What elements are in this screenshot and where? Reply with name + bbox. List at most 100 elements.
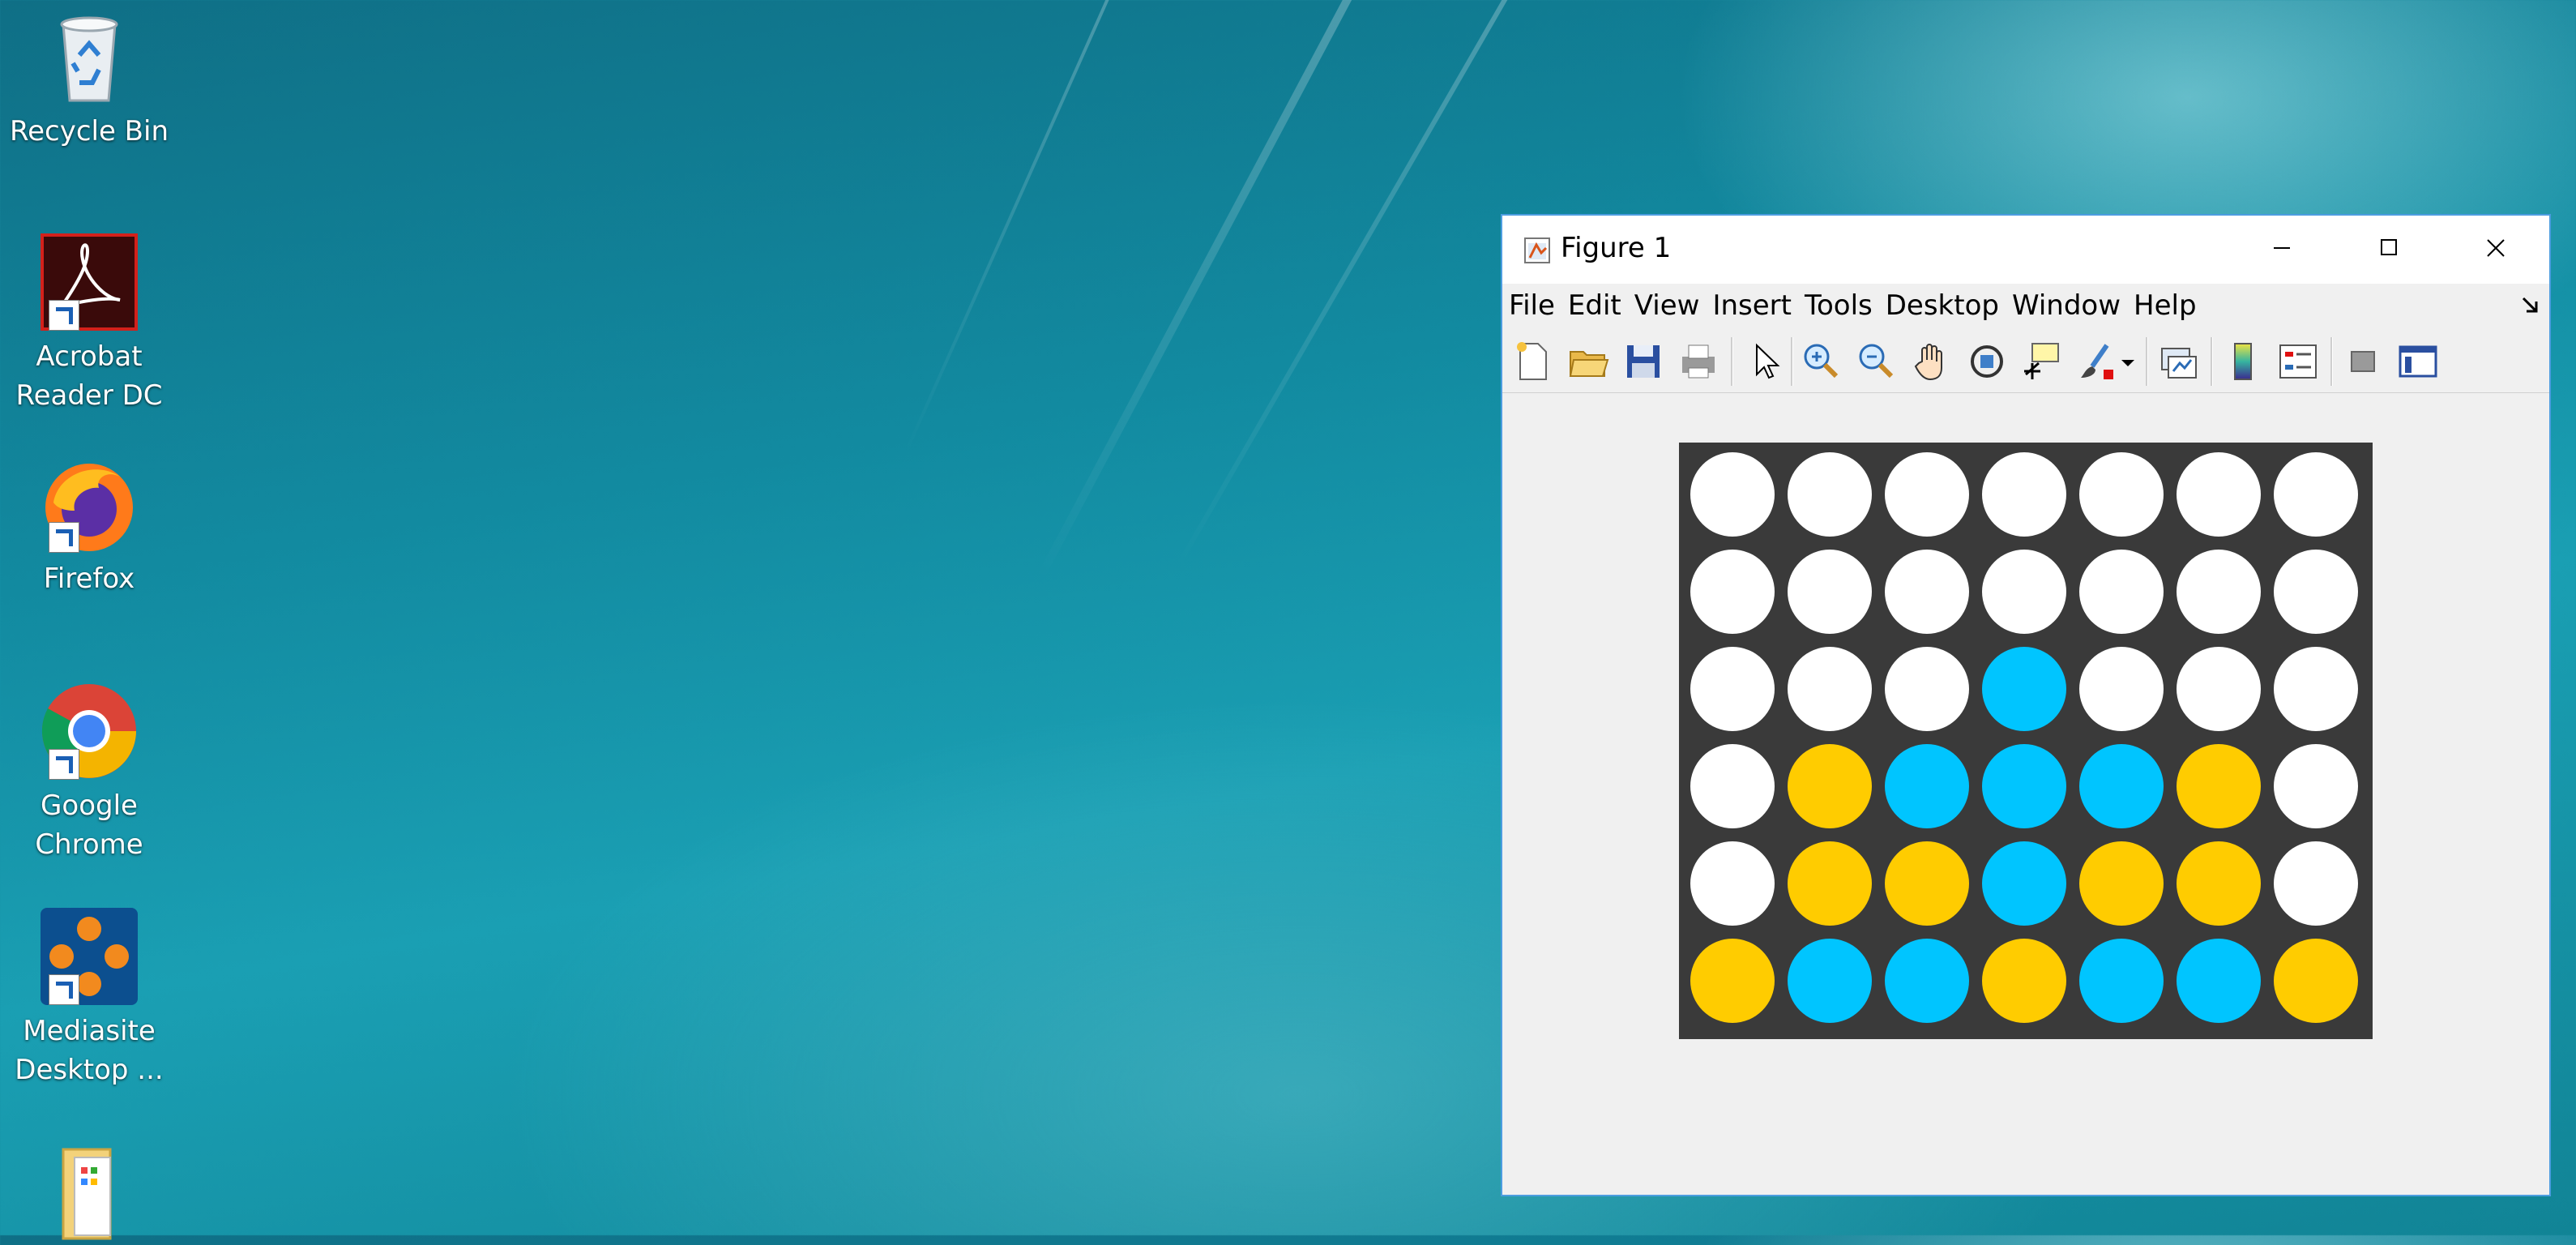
menu-edit[interactable]: Edit — [1561, 284, 1628, 324]
empty-slot[interactable] — [1885, 550, 1969, 634]
toolbar-separator — [2211, 337, 2213, 386]
empty-slot[interactable] — [2274, 550, 2358, 634]
wallpaper-light-ray — [1036, 0, 1386, 582]
colorbar-icon[interactable] — [2220, 339, 2266, 384]
brush-icon[interactable] — [2074, 339, 2120, 384]
blue-disc[interactable] — [1982, 647, 2066, 731]
toolbar-separator — [1731, 337, 1733, 386]
close-button[interactable] — [2442, 216, 2549, 284]
empty-slot[interactable] — [1885, 452, 1969, 537]
empty-slot[interactable] — [2274, 744, 2358, 828]
toolbar-separator — [2330, 337, 2333, 386]
yellow-disc[interactable] — [1788, 744, 1872, 828]
blue-disc[interactable] — [1982, 744, 2066, 828]
data-cursor-icon[interactable] — [2019, 339, 2065, 384]
yellow-disc[interactable] — [1885, 841, 1969, 926]
empty-slot[interactable] — [1690, 452, 1775, 537]
desktop-icon-acrobat-reader[interactable]: Acrobat Reader DC — [8, 232, 170, 415]
figure-toolbar — [1502, 329, 2549, 393]
empty-slot[interactable] — [2177, 550, 2261, 634]
menu-file[interactable]: File — [1502, 284, 1561, 324]
empty-slot[interactable] — [1788, 550, 1872, 634]
empty-slot[interactable] — [1788, 452, 1872, 537]
desktop-icon-label: Firefox — [43, 563, 135, 595]
blue-disc[interactable] — [2079, 744, 2164, 828]
menu-view[interactable]: View — [1628, 284, 1707, 324]
print-icon[interactable] — [1676, 339, 1721, 384]
empty-slot[interactable] — [1690, 744, 1775, 828]
desktop-icon-firefox[interactable]: Firefox — [8, 454, 170, 598]
open-file-icon[interactable] — [1566, 339, 1611, 384]
connect-four-board[interactable] — [1679, 443, 2373, 1039]
recycle-bin-icon — [39, 6, 139, 107]
empty-slot[interactable] — [1885, 647, 1969, 731]
empty-slot[interactable] — [2079, 452, 2164, 537]
yellow-disc[interactable] — [2079, 841, 2164, 926]
yellow-disc[interactable] — [2274, 939, 2358, 1023]
blue-disc[interactable] — [1885, 744, 1969, 828]
brush-dropdown-icon[interactable] — [2117, 339, 2139, 384]
zoom-in-icon[interactable] — [1799, 339, 1844, 384]
blue-disc[interactable] — [1982, 841, 2066, 926]
desktop-icon-google-chrome[interactable]: Google Chrome — [8, 681, 170, 864]
empty-slot[interactable] — [2274, 452, 2358, 537]
title-bar[interactable]: Figure 1 — [1502, 216, 2549, 284]
save-icon[interactable] — [1621, 339, 1666, 384]
desktop-icon-recycle-bin[interactable]: Recycle Bin — [8, 6, 170, 151]
maximize-icon — [2381, 239, 2397, 255]
menu-tools[interactable]: Tools — [1798, 284, 1879, 324]
minimize-button[interactable] — [2228, 216, 2335, 284]
hide-plot-tools-icon[interactable] — [2340, 339, 2386, 384]
desktop-icon-mediasite[interactable]: Mediasite Desktop ... — [8, 906, 170, 1089]
empty-slot[interactable] — [2079, 647, 2164, 731]
pan-hand-icon[interactable] — [1909, 339, 1954, 384]
figure-canvas[interactable] — [1502, 392, 2549, 1195]
show-plot-tools-icon[interactable] — [2395, 339, 2441, 384]
edit-plot-arrow-icon[interactable] — [1742, 339, 1788, 384]
empty-slot[interactable] — [1788, 647, 1872, 731]
blue-disc[interactable] — [1885, 939, 1969, 1023]
mediasite-icon — [39, 906, 139, 1007]
shortcut-arrow-icon — [49, 522, 79, 553]
empty-slot[interactable] — [1982, 452, 2066, 537]
yellow-disc[interactable] — [2177, 744, 2261, 828]
firefox-icon — [39, 454, 139, 554]
zoom-out-icon[interactable] — [1854, 339, 1899, 384]
toolbar-separator — [2146, 337, 2148, 386]
legend-icon[interactable] — [2275, 339, 2321, 384]
folder-icon — [39, 1141, 139, 1242]
window-title: Figure 1 — [1561, 232, 1672, 264]
menu-window[interactable]: Window — [2006, 284, 2127, 324]
maximize-button[interactable] — [2335, 216, 2442, 284]
desktop-icon-label: Acrobat Reader DC — [15, 340, 163, 412]
empty-slot[interactable] — [1690, 841, 1775, 926]
wallpaper-light-ray — [1175, 0, 1544, 568]
yellow-disc[interactable] — [1788, 841, 1872, 926]
empty-slot[interactable] — [2274, 841, 2358, 926]
close-icon — [2487, 239, 2505, 257]
shortcut-arrow-icon — [49, 974, 79, 1005]
blue-disc[interactable] — [2079, 939, 2164, 1023]
dock-figure-icon[interactable] — [2518, 293, 2543, 318]
rotate-3d-icon[interactable] — [1964, 339, 2010, 384]
yellow-disc[interactable] — [1690, 939, 1775, 1023]
empty-slot[interactable] — [2177, 647, 2261, 731]
empty-slot[interactable] — [1982, 550, 2066, 634]
empty-slot[interactable] — [2177, 452, 2261, 537]
menu-insert[interactable]: Insert — [1706, 284, 1798, 324]
empty-slot[interactable] — [1690, 550, 1775, 634]
acrobat-reader-icon — [39, 232, 139, 332]
empty-slot[interactable] — [1690, 647, 1775, 731]
empty-slot[interactable] — [2079, 550, 2164, 634]
figure-window: Figure 1 File Edit View Insert Tools Desktop W… — [1501, 214, 2551, 1196]
yellow-disc[interactable] — [1982, 939, 2066, 1023]
blue-disc[interactable] — [2177, 939, 2261, 1023]
menu-desktop[interactable]: Desktop — [1879, 284, 2006, 324]
menu-help[interactable]: Help — [2127, 284, 2203, 324]
blue-disc[interactable] — [1788, 939, 1872, 1023]
empty-slot[interactable] — [2274, 647, 2358, 731]
link-plot-icon[interactable] — [2155, 339, 2201, 384]
desktop-icon-folder[interactable] — [8, 1141, 170, 1242]
new-figure-icon[interactable] — [1510, 339, 1556, 384]
yellow-disc[interactable] — [2177, 841, 2261, 926]
